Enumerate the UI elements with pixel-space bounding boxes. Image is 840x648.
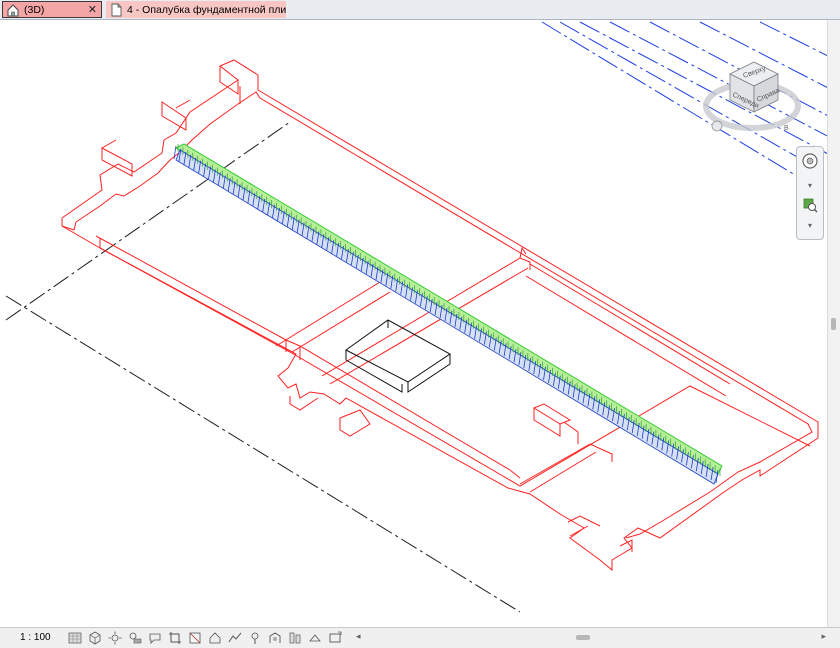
- close-tab-icon[interactable]: ✕: [88, 3, 97, 16]
- view-tab-bar: (3D) ✕ 4 - Опалубка фундаментной плит...: [0, 0, 840, 20]
- sun-path-icon[interactable]: [108, 631, 122, 645]
- scroll-left-icon[interactable]: ◂: [356, 631, 361, 642]
- horizontal-scrollbar[interactable]: ◂ ▸: [356, 630, 826, 645]
- vertical-scrollbar[interactable]: [827, 20, 840, 627]
- sheet-view-icon: [111, 3, 122, 16]
- lock-3d-view-icon[interactable]: [208, 631, 222, 645]
- worksharing-icon[interactable]: [288, 631, 302, 645]
- tab-3d-label: (3D): [24, 3, 45, 16]
- viewcube-home-icon: [711, 120, 723, 132]
- temporary-hide-icon[interactable]: [228, 631, 242, 645]
- crop-view-icon[interactable]: [168, 631, 182, 645]
- detail-level-icon[interactable]: [68, 631, 82, 645]
- temporary-properties-icon[interactable]: [268, 631, 282, 645]
- visual-style-icon[interactable]: [88, 631, 102, 645]
- view-control-bar: 1 : 100 ◂ ▸: [0, 627, 840, 648]
- highlight-displacement-icon[interactable]: [328, 631, 342, 645]
- viewcube-compass-mark: B: [784, 125, 789, 132]
- tab-formwork-label: 4 - Опалубка фундаментной плит...: [127, 3, 286, 16]
- show-crop-region-icon[interactable]: [188, 631, 202, 645]
- zoom-dropdown[interactable]: ▾: [800, 215, 820, 235]
- vertical-scroll-thumb[interactable]: [831, 318, 836, 330]
- section-lines: [541, 21, 837, 179]
- shadows-icon[interactable]: [128, 631, 142, 645]
- analytical-model-icon[interactable]: [308, 631, 322, 645]
- steering-wheel-button[interactable]: [800, 151, 820, 171]
- home-3d-icon: [7, 3, 19, 16]
- view-scale[interactable]: 1 : 100: [20, 632, 51, 643]
- scroll-right-icon[interactable]: ▸: [821, 631, 826, 642]
- 3d-view-canvas[interactable]: Сверху Спереди Справа B: [0, 20, 840, 627]
- horizontal-scroll-thumb[interactable]: [576, 635, 590, 640]
- reveal-hidden-icon[interactable]: [248, 631, 262, 645]
- tab-3d-view[interactable]: (3D) ✕: [2, 1, 102, 18]
- zoom-button[interactable]: [800, 195, 820, 215]
- tab-formwork-plan[interactable]: 4 - Опалубка фундаментной плит...: [106, 1, 286, 18]
- zoom-region-icon: [803, 198, 818, 213]
- steering-wheel-dropdown[interactable]: ▾: [800, 175, 820, 195]
- steering-wheel-icon: [802, 153, 818, 169]
- viewcube[interactable]: Сверху Спереди Справа B: [703, 61, 801, 132]
- navigation-bar: ▾ ▾: [796, 146, 824, 240]
- rendering-icon[interactable]: [148, 631, 162, 645]
